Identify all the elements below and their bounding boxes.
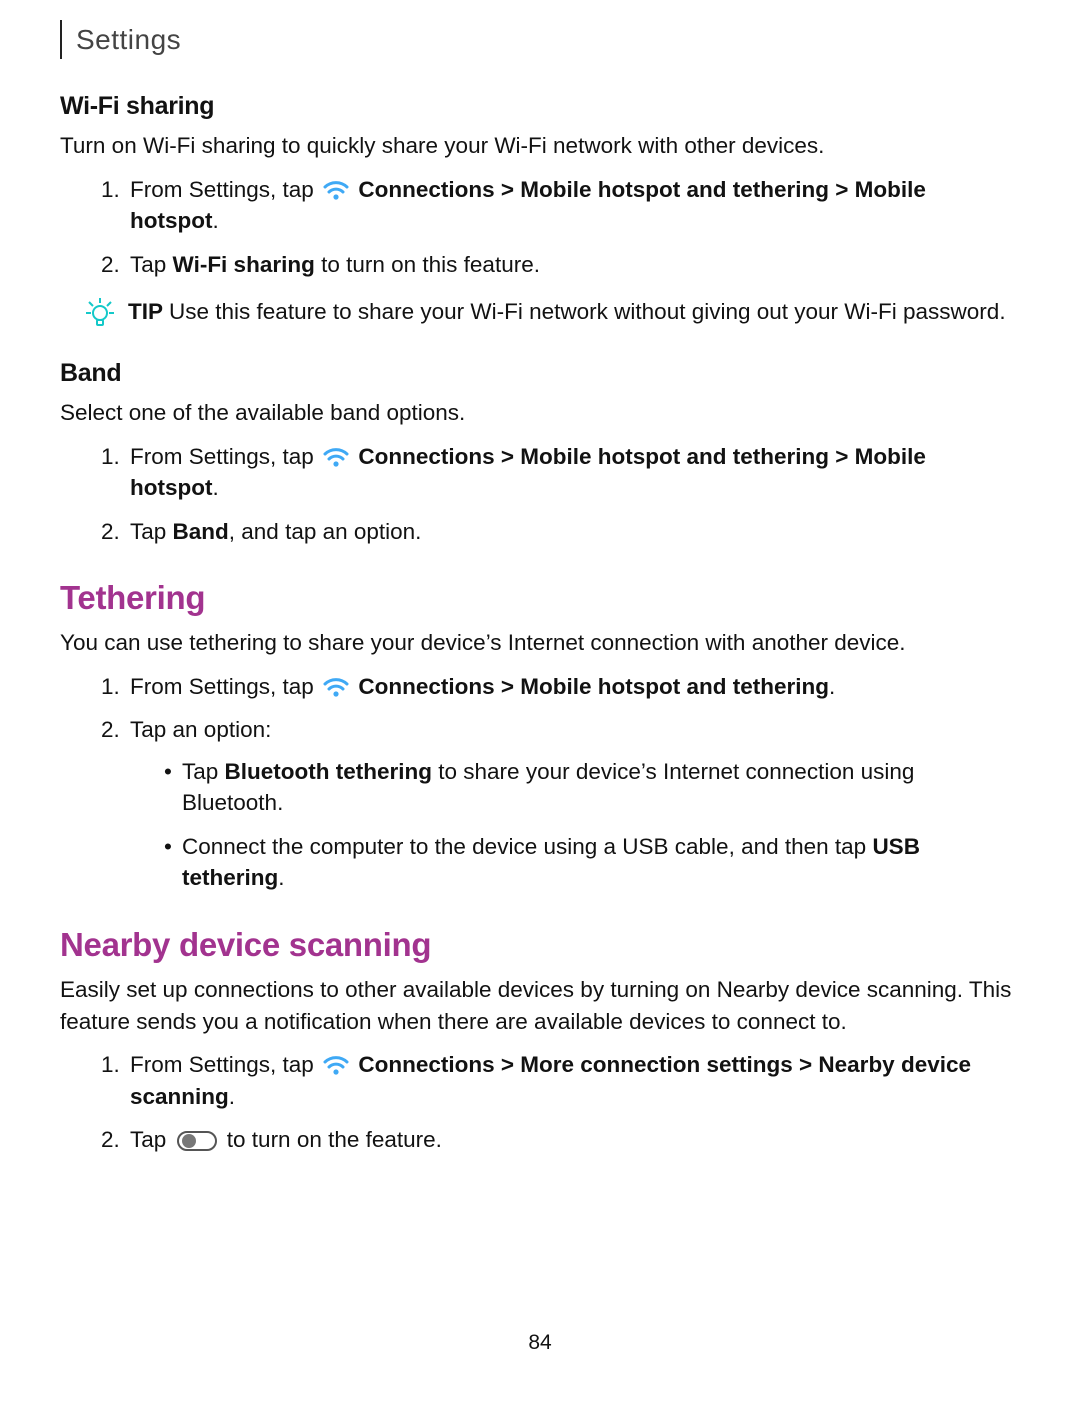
nearby-intro: Easily set up connections to other avail… xyxy=(60,974,1020,1037)
nearby-step-2: Tap to turn on the feature. xyxy=(126,1124,1020,1162)
step-text: From Settings, tap xyxy=(130,444,320,469)
band-step-2: Tap Band, and tap an option. xyxy=(126,516,1020,548)
step-post: . xyxy=(212,475,218,500)
heading-band: Band xyxy=(60,356,1020,391)
step-post: to turn on this feature. xyxy=(315,252,540,277)
heading-tethering: Tethering xyxy=(60,575,1020,621)
step-post: , and tap an option. xyxy=(229,519,422,544)
bullet-pre: Connect the computer to the device using… xyxy=(182,834,872,859)
tip-callout: TIPUse this feature to share your Wi-Fi … xyxy=(60,296,1020,328)
step-post: to turn on the feature. xyxy=(221,1127,442,1152)
wifi-sharing-step-2: Tap Wi-Fi sharing to turn on this featur… xyxy=(126,249,1020,281)
band-step-1: From Settings, tap Connections > Mobile … xyxy=(126,441,1020,504)
step-bold: Band xyxy=(173,519,229,544)
lightbulb-icon xyxy=(86,298,114,328)
wifi-sharing-step-1: From Settings, tap Connections > Mobile … xyxy=(126,174,1020,237)
step-bold: Wi-Fi sharing xyxy=(173,252,315,277)
step-text: From Settings, tap xyxy=(130,674,320,699)
step-post: . xyxy=(229,1084,235,1109)
toggle-off-icon xyxy=(177,1129,217,1162)
bullet-post: . xyxy=(278,865,284,890)
breadcrumb: Settings xyxy=(60,20,1020,59)
step-text: From Settings, tap xyxy=(130,177,320,202)
tethering-intro: You can use tethering to share your devi… xyxy=(60,627,1020,659)
bullet-bold: Bluetooth tethering xyxy=(225,759,432,784)
wifi-icon xyxy=(322,1053,350,1075)
wifi-sharing-intro: Turn on Wi-Fi sharing to quickly share y… xyxy=(60,130,1020,162)
bullet-pre: Tap xyxy=(182,759,225,784)
step-text: From Settings, tap xyxy=(130,1052,320,1077)
wifi-icon xyxy=(322,445,350,467)
step-post: . xyxy=(212,208,218,233)
band-intro: Select one of the available band options… xyxy=(60,397,1020,429)
heading-nearby-scanning: Nearby device scanning xyxy=(60,922,1020,968)
step-pre: Tap xyxy=(130,1127,173,1152)
tethering-step-1: From Settings, tap Connections > Mobile … xyxy=(126,671,1020,703)
page-number: 84 xyxy=(60,1328,1020,1357)
step-text: Tap xyxy=(130,252,173,277)
heading-wifi-sharing: Wi-Fi sharing xyxy=(60,89,1020,124)
step-path: Connections > Mobile hotspot and tetheri… xyxy=(358,674,829,699)
tip-body: Use this feature to share your Wi-Fi net… xyxy=(169,299,1006,324)
wifi-icon xyxy=(322,178,350,200)
tethering-bullet-bluetooth: Tap Bluetooth tethering to share your de… xyxy=(164,756,1020,819)
tip-label: TIP xyxy=(128,299,163,324)
step-text: Tap xyxy=(130,519,173,544)
step-text: Tap an option: xyxy=(130,717,271,742)
step-post: . xyxy=(829,674,835,699)
tethering-bullet-usb: Connect the computer to the device using… xyxy=(164,831,1020,894)
nearby-step-1: From Settings, tap Connections > More co… xyxy=(126,1049,1020,1112)
tethering-step-2: Tap an option: Tap Bluetooth tethering t… xyxy=(126,714,1020,894)
wifi-icon xyxy=(322,675,350,697)
